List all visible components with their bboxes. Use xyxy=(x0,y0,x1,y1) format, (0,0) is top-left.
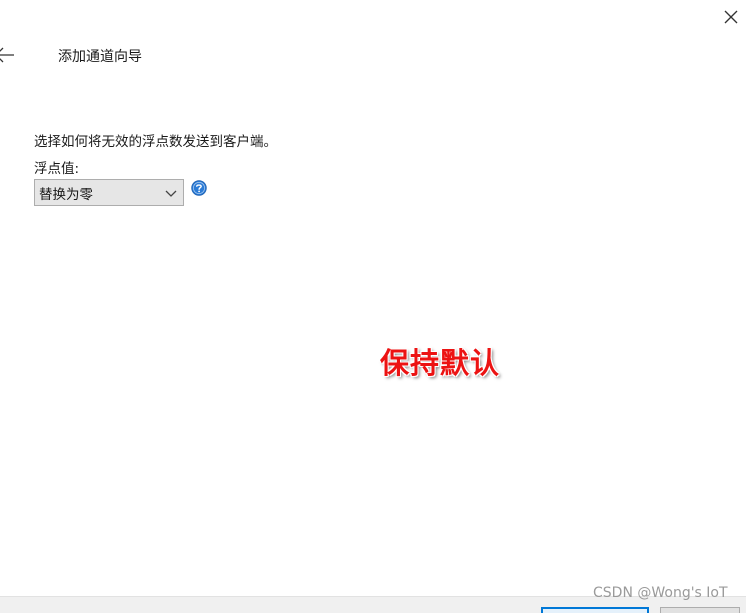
help-button[interactable] xyxy=(191,180,207,196)
float-value-selected: 替换为零 xyxy=(39,186,93,203)
back-button[interactable] xyxy=(0,44,16,66)
next-button[interactable] xyxy=(541,607,649,613)
wizard-title: 添加通道向导 xyxy=(58,49,142,65)
instruction-text: 选择如何将无效的浮点数发送到客户端。 xyxy=(34,134,277,150)
watermark: CSDN @Wong's IoT xyxy=(593,585,728,601)
close-icon xyxy=(724,10,738,24)
chevron-down-icon xyxy=(165,190,177,197)
float-value-label: 浮点值: xyxy=(34,161,80,177)
question-circle-icon xyxy=(191,180,207,196)
float-value-select[interactable]: 替换为零 xyxy=(34,179,184,206)
arrow-left-icon xyxy=(0,47,14,63)
close-button[interactable] xyxy=(720,6,742,28)
cancel-button[interactable] xyxy=(660,607,740,613)
annotation-text: 保持默认 xyxy=(380,346,501,380)
